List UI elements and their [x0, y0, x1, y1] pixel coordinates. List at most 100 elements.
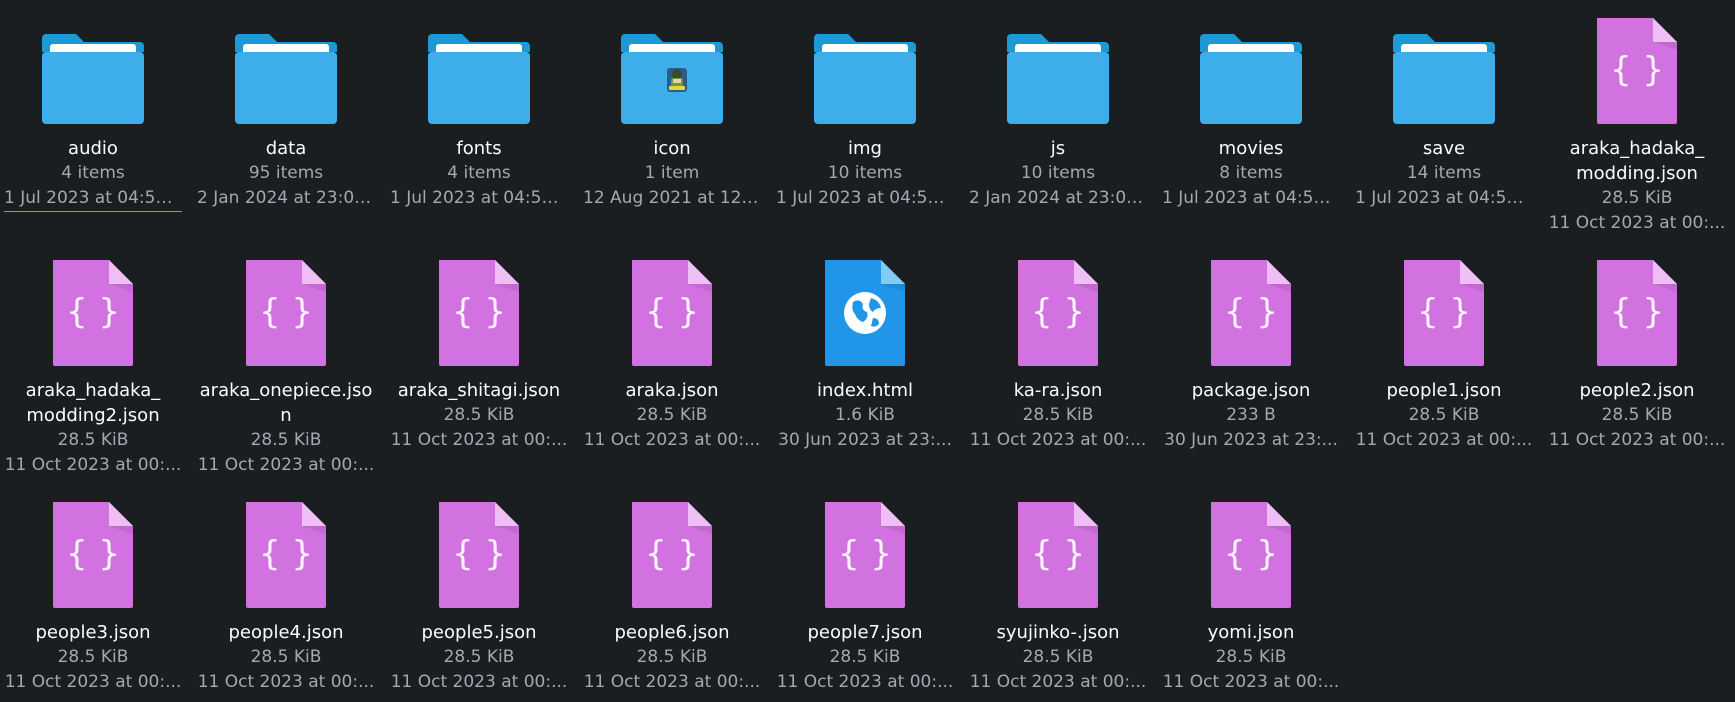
- folder-item-data[interactable]: data 95 items 2 Jan 2024 at 23:02...: [193, 8, 379, 211]
- svg-text:{ }: { }: [66, 292, 120, 332]
- modified-date: 11 Oct 2023 at 00:...: [969, 672, 1147, 692]
- item-name: people1.json: [1386, 380, 1502, 401]
- item-name: index.html: [817, 380, 913, 401]
- modified-date: 11 Oct 2023 at 00:...: [4, 455, 182, 475]
- folder-with-thumbnail-icon: [579, 8, 765, 126]
- json-file-icon: { }: [0, 250, 186, 368]
- folder-item-audio[interactable]: audio 4 items 1 Jul 2023 at 04:52:...: [0, 8, 186, 212]
- file-item-people5-json[interactable]: { } people5.json 28.5 KiB 11 Oct 2023 at 00…: [386, 492, 572, 695]
- file-item-people6-json[interactable]: { } people6.json 28.5 KiB 11 Oct 2023 at 00…: [579, 492, 765, 695]
- modified-date: 1 Jul 2023 at 04:52:...: [4, 186, 182, 212]
- svg-text:{ }: { }: [1610, 50, 1664, 90]
- item-name: people2.json: [1579, 380, 1695, 401]
- item-count: 1 item: [644, 163, 700, 183]
- svg-text:{ }: { }: [1610, 292, 1664, 332]
- modified-date: 11 Oct 2023 at 00:...: [1355, 430, 1533, 450]
- file-size: 28.5 KiB: [57, 647, 129, 667]
- file-item-people4-json[interactable]: { } people4.json 28.5 KiB 11 Oct 2023 at 00…: [193, 492, 379, 695]
- svg-text:{ }: { }: [1417, 292, 1471, 332]
- file-size: 28.5 KiB: [1022, 405, 1094, 425]
- item-name: movies: [1218, 138, 1284, 159]
- modified-date: 11 Oct 2023 at 00:...: [197, 455, 375, 475]
- file-item-people2-json[interactable]: { } people2.json 28.5 KiB 11 Oct 2023 at 00…: [1544, 250, 1730, 453]
- folder-item-icon[interactable]: icon 1 item 12 Aug 2021 at 12:...: [579, 8, 765, 211]
- item-count: 10 items: [1020, 163, 1096, 183]
- folder-icon: [193, 8, 379, 126]
- modified-date: 1 Jul 2023 at 04:52:...: [390, 188, 572, 208]
- folder-item-img[interactable]: img 10 items 1 Jul 2023 at 04:52:...: [772, 8, 958, 211]
- file-item-araka-json[interactable]: { } araka.json 28.5 KiB 11 Oct 2023 at 00:.…: [579, 250, 765, 453]
- file-item-people7-json[interactable]: { } people7.json 28.5 KiB 11 Oct 2023 at 00…: [772, 492, 958, 695]
- item-name: people4.json: [228, 622, 344, 643]
- svg-text:{ }: { }: [452, 534, 506, 574]
- folder-item-movies[interactable]: movies 8 items 1 Jul 2023 at 04:52:...: [1158, 8, 1344, 211]
- json-file-icon: { }: [579, 250, 765, 368]
- file-item-araka-onepiece-json[interactable]: { } araka_onepiece.json 28.5 KiB 11 Oct 202…: [193, 250, 379, 478]
- item-name: araka.json: [625, 380, 719, 401]
- file-size: 28.5 KiB: [443, 405, 515, 425]
- file-item-people3-json[interactable]: { } people3.json 28.5 KiB 11 Oct 2023 at 00…: [0, 492, 186, 695]
- svg-text:{ }: { }: [1031, 292, 1085, 332]
- modified-date: 1 Jul 2023 at 04:52:...: [1162, 188, 1344, 208]
- json-file-icon: { }: [386, 492, 572, 610]
- json-file-icon: { }: [1544, 250, 1730, 368]
- file-size: 28.5 KiB: [636, 647, 708, 667]
- item-name: audio: [68, 138, 118, 159]
- file-size: 28.5 KiB: [57, 430, 129, 450]
- json-file-icon: { }: [965, 250, 1151, 368]
- modified-date: 12 Aug 2021 at 12:...: [583, 188, 764, 208]
- json-file-icon: { }: [386, 250, 572, 368]
- item-name: araka_hadaka_ modding.json: [1569, 138, 1705, 184]
- json-file-icon: { }: [1158, 250, 1344, 368]
- json-file-icon: { }: [0, 492, 186, 610]
- modified-date: 11 Oct 2023 at 00:...: [1548, 213, 1726, 233]
- modified-date: 11 Oct 2023 at 00:...: [969, 430, 1147, 450]
- json-file-icon: { }: [965, 492, 1151, 610]
- item-name: icon: [653, 138, 691, 159]
- svg-text:{ }: { }: [259, 292, 313, 332]
- modified-date: 11 Oct 2023 at 00:...: [583, 430, 761, 450]
- file-size: 28.5 KiB: [250, 647, 322, 667]
- folder-item-fonts[interactable]: fonts 4 items 1 Jul 2023 at 04:52:...: [386, 8, 572, 211]
- file-item-araka-hadaka-modding2-json[interactable]: { } araka_hadaka_ modding2.json 28.5 KiB 11…: [0, 250, 186, 478]
- item-name: araka_hadaka_ modding2.json: [25, 380, 161, 426]
- svg-text:{ }: { }: [1031, 534, 1085, 574]
- file-item-syujinko-json[interactable]: { } syujinko-.json 28.5 KiB 11 Oct 2023 at …: [965, 492, 1151, 695]
- folder-icon: [1351, 8, 1537, 126]
- modified-date: 11 Oct 2023 at 00:...: [1162, 672, 1340, 692]
- file-size: 1.6 KiB: [835, 405, 895, 425]
- folder-icon: [965, 8, 1151, 126]
- folder-icon: [0, 8, 186, 126]
- item-name: yomi.json: [1207, 622, 1295, 643]
- file-item-people1-json[interactable]: { } people1.json 28.5 KiB 11 Oct 2023 at 00…: [1351, 250, 1537, 453]
- modified-date: 30 Jun 2023 at 23:...: [778, 430, 952, 450]
- json-file-icon: { }: [193, 250, 379, 368]
- file-item-araka-hadaka-modding-json[interactable]: { } araka_hadaka_ modding.json 28.5 KiB 11 …: [1544, 8, 1730, 236]
- modified-date: 11 Oct 2023 at 00:...: [197, 672, 375, 692]
- item-count: 4 items: [447, 163, 511, 183]
- item-name: araka_onepiece.json: [199, 380, 373, 426]
- file-item-ka-ra-json[interactable]: { } ka-ra.json 28.5 KiB 11 Oct 2023 at 00:.…: [965, 250, 1151, 453]
- file-size: 28.5 KiB: [443, 647, 515, 667]
- file-item-araka-shitagi-json[interactable]: { } araka_shitagi.json 28.5 KiB 11 Oct 2023…: [386, 250, 572, 453]
- folder-icon: [386, 8, 572, 126]
- modified-date: 1 Jul 2023 at 04:52:...: [1355, 188, 1537, 208]
- item-name: package.json: [1191, 380, 1311, 401]
- folder-item-js[interactable]: js 10 items 2 Jan 2024 at 23:02...: [965, 8, 1151, 211]
- svg-text:{ }: { }: [259, 534, 313, 574]
- file-item-yomi-json[interactable]: { } yomi.json 28.5 KiB 11 Oct 2023 at 00:..…: [1158, 492, 1344, 695]
- json-file-icon: { }: [1351, 250, 1537, 368]
- svg-text:{ }: { }: [645, 292, 699, 332]
- json-file-icon: { }: [772, 492, 958, 610]
- modified-date: 11 Oct 2023 at 00:...: [583, 672, 761, 692]
- file-size: 233 B: [1226, 405, 1276, 425]
- modified-date: 11 Oct 2023 at 00:...: [390, 430, 568, 450]
- file-item-index-html[interactable]: index.html 1.6 KiB 30 Jun 2023 at 23:...: [772, 250, 958, 453]
- file-item-package-json[interactable]: { } package.json 233 B 30 Jun 2023 at 23:..…: [1158, 250, 1344, 453]
- folder-item-save[interactable]: save 14 items 1 Jul 2023 at 04:52:...: [1351, 8, 1537, 211]
- file-size: 28.5 KiB: [829, 647, 901, 667]
- file-icon-view[interactable]: audio 4 items 1 Jul 2023 at 04:52:... data 9…: [0, 0, 1735, 702]
- item-name: js: [1050, 138, 1066, 159]
- file-size: 28.5 KiB: [636, 405, 708, 425]
- folder-thumbnail: [667, 68, 687, 92]
